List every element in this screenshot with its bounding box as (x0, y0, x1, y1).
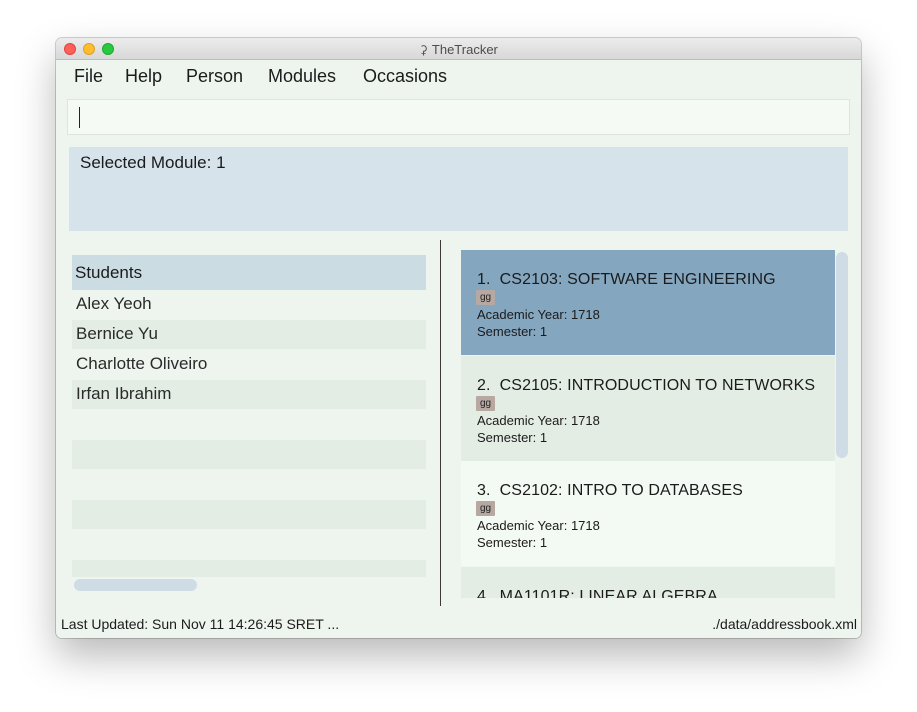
module-tag: gg (476, 290, 496, 305)
horizontal-scrollbar[interactable] (74, 579, 197, 591)
menu-modules[interactable]: Modules (266, 66, 338, 87)
menu-person[interactable]: Person (184, 66, 245, 87)
module-semester: Semester: 1 (477, 535, 548, 550)
menu-file[interactable]: File (72, 66, 105, 87)
status-bar: Last Updated: Sun Nov 11 14:26:45 SRET .… (56, 612, 861, 638)
module-card[interactable]: 4. MA1101R: LINEAR ALGEBRA (461, 567, 835, 598)
file-path-status: ./data/addressbook.xml (712, 616, 857, 632)
module-code-title: CS2105: INTRODUCTION TO NETWORKS (499, 377, 816, 394)
menu-occasions[interactable]: Occasions (361, 66, 449, 87)
module-code-title: CS2102: INTRO TO DATABASES (499, 482, 743, 499)
student-name: Irfan Ibrahim (76, 384, 172, 403)
empty-list-row (72, 440, 426, 469)
title-bar: ⚳ TheTracker (56, 38, 861, 60)
menu-bar: File Help Person Modules Occasions (56, 60, 861, 94)
module-academic-year: Academic Year: 1718 (477, 518, 600, 533)
result-display-text: Selected Module: 1 (80, 153, 226, 172)
module-index: 3. (477, 482, 491, 499)
module-card[interactable]: 2. CS2105: INTRODUCTION TO NETWORKS gg A… (461, 356, 835, 461)
empty-list-row (72, 500, 426, 529)
student-item[interactable]: Bernice Yu (72, 320, 426, 349)
module-tag: gg (476, 396, 496, 411)
window-title-text: TheTracker (431, 42, 498, 57)
module-index: 1. (477, 271, 491, 288)
student-item[interactable]: Alex Yeoh (72, 290, 426, 319)
module-code-title: MA1101R: LINEAR ALGEBRA (499, 588, 718, 598)
module-title: 3. CS2102: INTRO TO DATABASES (477, 482, 743, 500)
empty-list-row (72, 560, 426, 577)
students-panel: Students Alex Yeoh Bernice Yu Charlotte … (69, 250, 428, 596)
module-title: 2. CS2105: INTRODUCTION TO NETWORKS (477, 377, 815, 395)
student-item[interactable]: Charlotte Oliveiro (72, 350, 426, 379)
module-academic-year: Academic Year: 1718 (477, 307, 600, 322)
last-updated-status: Last Updated: Sun Nov 11 14:26:45 SRET .… (61, 616, 340, 632)
student-name: Bernice Yu (76, 324, 158, 343)
menu-help[interactable]: Help (123, 66, 164, 87)
text-caret (79, 107, 80, 128)
module-title: 1. CS2103: SOFTWARE ENGINEERING (477, 271, 776, 289)
module-title: 4. MA1101R: LINEAR ALGEBRA (477, 588, 718, 598)
module-card[interactable]: 1. CS2103: SOFTWARE ENGINEERING gg Acade… (461, 250, 835, 355)
module-index: 4. (477, 588, 491, 598)
module-index: 2. (477, 377, 491, 394)
student-name: Alex Yeoh (76, 294, 152, 313)
students-header: Students (72, 255, 426, 290)
panel-divider[interactable] (440, 240, 441, 606)
module-code-title: CS2103: SOFTWARE ENGINEERING (499, 271, 776, 288)
modules-panel: 1. CS2103: SOFTWARE ENGINEERING gg Acade… (461, 250, 836, 598)
student-name: Charlotte Oliveiro (76, 354, 208, 373)
module-academic-year: Academic Year: 1718 (477, 413, 600, 428)
student-item[interactable]: Irfan Ibrahim (72, 380, 426, 409)
empty-list-row (72, 410, 426, 439)
students-header-label: Students (75, 263, 143, 282)
empty-list-row (72, 530, 426, 559)
module-semester: Semester: 1 (477, 430, 548, 445)
module-semester: Semester: 1 (477, 324, 548, 339)
empty-list-row (72, 470, 426, 499)
app-window: ⚳ TheTracker File Help Person Modules Occ… (56, 38, 861, 638)
window-title: ⚳ TheTracker (56, 42, 861, 57)
module-card[interactable]: 3. CS2102: INTRO TO DATABASES gg Academi… (461, 461, 835, 566)
command-input[interactable] (67, 99, 850, 135)
module-tag: gg (476, 501, 496, 516)
vertical-scrollbar[interactable] (836, 252, 848, 458)
result-display: Selected Module: 1 (69, 147, 848, 231)
satellite-dish-icon: ⚳ (419, 43, 428, 57)
